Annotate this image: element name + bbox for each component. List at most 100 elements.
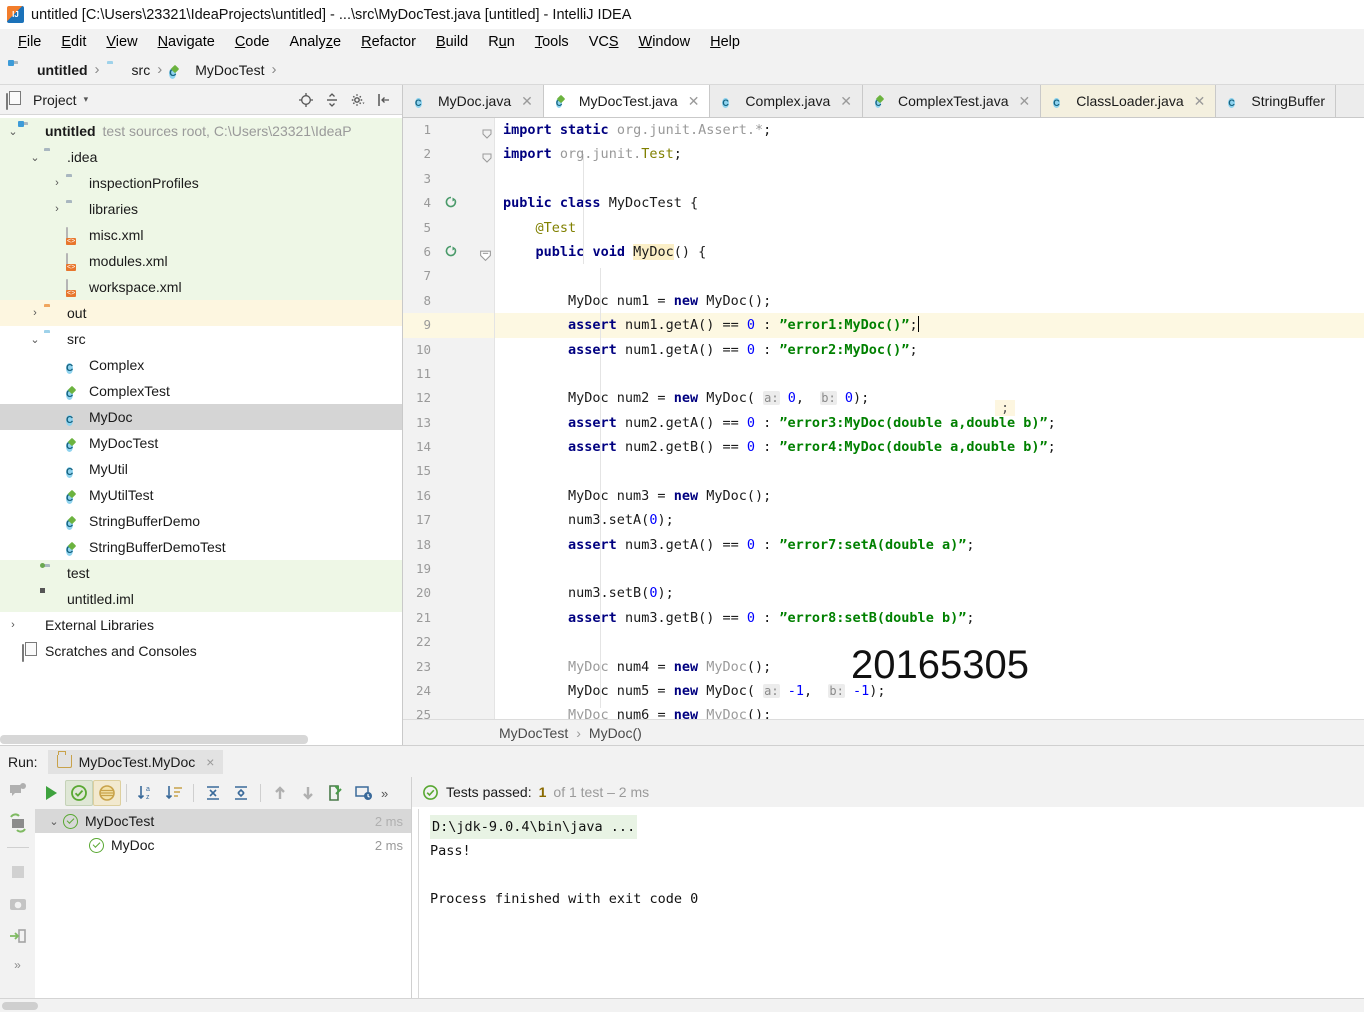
tree-item-scratches-and-consoles[interactable]: Scratches and Consoles bbox=[0, 638, 402, 664]
breadcrumb-item-src[interactable]: src bbox=[105, 62, 153, 78]
collapse-all-button[interactable] bbox=[227, 780, 255, 806]
close-icon[interactable]: × bbox=[206, 754, 214, 770]
close-icon[interactable]: ✕ bbox=[1194, 93, 1206, 110]
editor-tab-stringbuffer[interactable]: C StringBuffer bbox=[1216, 85, 1337, 117]
test-history-button[interactable] bbox=[350, 780, 378, 806]
tree-item-stringbufferdemo[interactable]: C StringBufferDemo bbox=[0, 508, 402, 534]
run-configuration-tab[interactable]: MyDocTest.MyDoc × bbox=[47, 749, 224, 774]
run-test-gutter-icon[interactable] bbox=[443, 244, 459, 260]
sort-by-duration-button[interactable] bbox=[160, 780, 188, 806]
gutter-line-1[interactable]: 1 bbox=[403, 118, 494, 142]
editor-breadcrumb[interactable]: MyDocTest › MyDoc() bbox=[403, 719, 1364, 745]
code-line-12[interactable]: MyDoc num2 = new MyDoc( a: 0, b: 0); bbox=[495, 386, 1364, 410]
close-icon[interactable]: ✕ bbox=[521, 93, 533, 110]
more-icon[interactable]: » bbox=[14, 958, 21, 972]
tree-item-workspace-xml[interactable]: workspace.xml bbox=[0, 274, 402, 300]
tree-item-mydoctest[interactable]: C MyDocTest bbox=[0, 430, 402, 456]
tree-expand-arrow[interactable]: ⌄ bbox=[26, 151, 44, 164]
code-line-18[interactable]: assert num3.getA() == 0 : ”error7:setA(d… bbox=[495, 533, 1364, 557]
menu-view[interactable]: View bbox=[96, 32, 147, 52]
menu-window[interactable]: Window bbox=[629, 32, 701, 52]
gutter-line-3[interactable]: 3 bbox=[403, 167, 494, 191]
code-line-20[interactable]: num3.setB(0); bbox=[495, 581, 1364, 605]
editor-breadcrumb-method[interactable]: MyDoc() bbox=[589, 725, 642, 741]
code-editor[interactable]: 1 2 3 4 5 6 7 8 9 10 11 12 13 14 15 16 17 18 19 20 21 22 23 24 2… bbox=[403, 118, 1364, 719]
tree-item-modules-xml[interactable]: modules.xml bbox=[0, 248, 402, 274]
import-test-icon[interactable] bbox=[8, 813, 28, 833]
test-results-tree[interactable]: ⌄ MyDocTest 2 ms MyDoc 2 ms bbox=[35, 809, 411, 1012]
menu-vcs[interactable]: VCS bbox=[579, 32, 629, 52]
tree-item-misc-xml[interactable]: misc.xml bbox=[0, 222, 402, 248]
gutter-line-5[interactable]: 5 bbox=[403, 216, 494, 240]
tree-item--idea[interactable]: ⌄ .idea bbox=[0, 144, 402, 170]
run-test-gutter-icon[interactable] bbox=[443, 195, 459, 211]
code-line-15[interactable] bbox=[495, 459, 1364, 483]
tree-item-complex[interactable]: C Complex bbox=[0, 352, 402, 378]
pin-icon[interactable] bbox=[8, 926, 28, 946]
gutter-line-8[interactable]: 8 bbox=[403, 289, 494, 313]
tree-item-out[interactable]: › out bbox=[0, 300, 402, 326]
test-tree-item-mydoctest[interactable]: ⌄ MyDocTest 2 ms bbox=[35, 809, 411, 833]
tree-item-inspectionprofiles[interactable]: › inspectionProfiles bbox=[0, 170, 402, 196]
tree-item-mydoc[interactable]: C MyDoc bbox=[0, 404, 402, 430]
code-line-4[interactable]: public class MyDocTest { bbox=[495, 191, 1364, 215]
fold-marker-icon[interactable] bbox=[481, 124, 493, 139]
menu-help[interactable]: Help bbox=[700, 32, 750, 52]
tree-expand-arrow[interactable]: › bbox=[4, 619, 22, 631]
editor-tab-mydoc-java[interactable]: C MyDoc.java ✕ bbox=[403, 85, 544, 117]
code-line-17[interactable]: num3.setA(0); bbox=[495, 508, 1364, 532]
editor-tab-mydoctest-java[interactable]: C MyDocTest.java ✕ bbox=[543, 85, 711, 117]
gutter-line-22[interactable]: 22 bbox=[403, 630, 494, 654]
locate-target-icon[interactable] bbox=[298, 92, 314, 108]
gutter-line-24[interactable]: 24 bbox=[403, 679, 494, 703]
gutter-line-20[interactable]: 20 bbox=[403, 581, 494, 605]
gutter-line-6[interactable]: 6 bbox=[403, 240, 494, 264]
fold-marker-icon[interactable] bbox=[479, 246, 491, 262]
menu-file[interactable]: File bbox=[8, 32, 51, 52]
tree-expand-arrow[interactable]: › bbox=[26, 307, 44, 319]
tree-item-test[interactable]: test bbox=[0, 560, 402, 586]
screenshot-icon[interactable] bbox=[8, 894, 28, 914]
tree-item-myutil[interactable]: C MyUtil bbox=[0, 456, 402, 482]
expand-all-button[interactable] bbox=[199, 780, 227, 806]
more-toolbar-icon[interactable]: » bbox=[381, 786, 388, 801]
editor-tab-classloader-java[interactable]: C ClassLoader.java ✕ bbox=[1041, 85, 1217, 117]
gutter-line-23[interactable]: 23 bbox=[403, 655, 494, 679]
gutter-line-25[interactable]: 25 bbox=[403, 703, 494, 719]
close-icon[interactable]: ✕ bbox=[840, 93, 852, 110]
menu-build[interactable]: Build bbox=[426, 32, 478, 52]
code-line-25[interactable]: MyDoc num6 = new MyDoc(); bbox=[495, 703, 1364, 719]
gutter-line-15[interactable]: 15 bbox=[403, 459, 494, 483]
editor-tab-complextest-java[interactable]: C ComplexTest.java ✕ bbox=[862, 85, 1042, 117]
code-line-7[interactable] bbox=[495, 264, 1364, 288]
code-line-13[interactable]: assert num2.getA() == 0 : ”error3:MyDoc(… bbox=[495, 411, 1364, 435]
gutter-line-7[interactable]: 7 bbox=[403, 264, 494, 288]
editor-tab-complex-java[interactable]: C Complex.java ✕ bbox=[710, 85, 863, 117]
project-tree[interactable]: ⌄ untitled test sources root, C:\Users\233… bbox=[0, 115, 402, 734]
gutter-line-18[interactable]: 18 bbox=[403, 533, 494, 557]
gutter-line-11[interactable]: 11 bbox=[403, 362, 494, 386]
console-output[interactable]: D:\jdk-9.0.4\bin\java ... Pass! Process f… bbox=[412, 807, 1364, 1012]
editor-code-content[interactable]: ; import static org.junit.Assert.*; impor… bbox=[495, 118, 1364, 719]
code-line-10[interactable]: assert num1.getA() == 0 : ”error2:MyDoc(… bbox=[495, 338, 1364, 362]
code-line-6[interactable]: public void MyDoc() { bbox=[495, 240, 1364, 264]
gutter-line-10[interactable]: 10 bbox=[403, 338, 494, 362]
gutter-line-2[interactable]: 2 bbox=[403, 142, 494, 166]
tree-item-external-libraries[interactable]: › External Libraries bbox=[0, 612, 402, 638]
code-line-14[interactable]: assert num2.getB() == 0 : ”error4:MyDoc(… bbox=[495, 435, 1364, 459]
breadcrumb-item-class[interactable]: C MyDocTest bbox=[167, 62, 266, 79]
code-line-9[interactable]: assert num1.getA() == 0 : ”error1:MyDoc(… bbox=[495, 313, 1364, 338]
test-tree-item-mydoc[interactable]: MyDoc 2 ms bbox=[35, 833, 411, 857]
menu-run[interactable]: Run bbox=[478, 32, 525, 52]
menu-navigate[interactable]: Navigate bbox=[148, 32, 225, 52]
stop-icon[interactable] bbox=[8, 862, 28, 882]
code-line-2[interactable]: import org.junit.Test; bbox=[495, 142, 1364, 166]
tree-item-untitled-iml[interactable]: untitled.iml bbox=[0, 586, 402, 612]
test-tree-expand-arrow[interactable]: ⌄ bbox=[45, 815, 63, 828]
gutter-line-17[interactable]: 17 bbox=[403, 508, 494, 532]
show-ignored-tests-toggle[interactable] bbox=[93, 780, 121, 806]
console-icon[interactable] bbox=[8, 781, 28, 801]
editor-gutter[interactable]: 1 2 3 4 5 6 7 8 9 10 11 12 13 14 15 16 17 18 19 20 21 22 23 24 2… bbox=[403, 118, 495, 719]
tree-expand-arrow[interactable]: ⌄ bbox=[26, 333, 44, 346]
gutter-line-21[interactable]: 21 bbox=[403, 606, 494, 630]
